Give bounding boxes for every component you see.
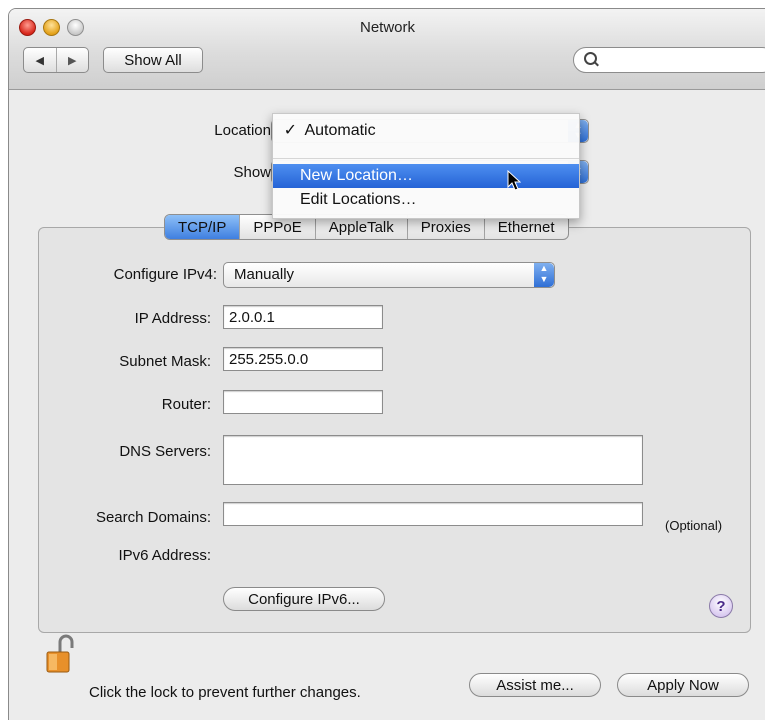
ip-address-field[interactable]: 2.0.0.1 bbox=[223, 305, 383, 329]
location-menu: ✓ Automatic New Location… Edit Locations… bbox=[272, 113, 580, 219]
back-forward-control: ◀ ▶ bbox=[23, 47, 89, 73]
configure-ipv4-label: Configure IPv4: bbox=[113, 266, 217, 283]
search-icon bbox=[584, 52, 597, 65]
network-preferences-window: Network ◀ ▶ Show All Location ▲▼ Show ▲▼… bbox=[8, 8, 765, 720]
configure-ipv4-popup[interactable]: Manually ▲ ▼ bbox=[223, 262, 555, 288]
checkmark-icon: ✓ bbox=[283, 122, 297, 139]
router-field[interactable] bbox=[223, 390, 383, 414]
menu-item-edit-locations[interactable]: Edit Locations… bbox=[273, 188, 579, 212]
popup-arrows-icon: ▲▼ bbox=[534, 263, 554, 287]
show-all-button[interactable]: Show All bbox=[103, 47, 203, 73]
title-bar: Network ◀ ▶ Show All bbox=[9, 9, 765, 90]
back-arrow-icon[interactable]: ◀ bbox=[24, 48, 57, 72]
ipv6-address-label: IPv6 Address: bbox=[118, 547, 211, 564]
dns-servers-label: DNS Servers: bbox=[119, 443, 211, 460]
apply-now-button[interactable]: Apply Now bbox=[617, 673, 749, 697]
menu-item-new-location[interactable]: New Location… bbox=[273, 164, 579, 188]
assist-me-button[interactable]: Assist me... bbox=[469, 673, 601, 697]
lock-icon[interactable] bbox=[45, 634, 75, 674]
configure-ipv4-value: Manually bbox=[234, 266, 295, 283]
help-button[interactable]: ? bbox=[709, 594, 733, 618]
menu-item-automatic[interactable]: ✓ Automatic bbox=[273, 119, 579, 143]
subnet-mask-field[interactable]: 255.255.0.0 bbox=[223, 347, 383, 371]
menu-separator bbox=[273, 158, 579, 159]
subnet-mask-label: Subnet Mask: bbox=[119, 353, 211, 370]
optional-hint: (Optional) bbox=[665, 518, 723, 533]
search-domains-label: Search Domains: bbox=[95, 509, 211, 526]
dns-servers-field[interactable] bbox=[223, 435, 643, 485]
window-title: Network bbox=[359, 19, 415, 36]
router-label: Router: bbox=[161, 396, 211, 413]
mouse-pointer-icon bbox=[507, 170, 521, 191]
forward-arrow-icon[interactable]: ▶ bbox=[57, 48, 89, 72]
ip-address-label: IP Address: bbox=[134, 310, 211, 327]
search-domains-field[interactable] bbox=[223, 502, 643, 526]
show-label: Show bbox=[233, 164, 271, 181]
configure-ipv6-button[interactable]: Configure IPv6... bbox=[223, 587, 385, 611]
search-field[interactable] bbox=[573, 47, 765, 73]
tab-tcpip[interactable]: TCP/IP bbox=[165, 215, 241, 239]
lock-message: Click the lock to prevent further change… bbox=[89, 684, 361, 701]
location-label: Location bbox=[214, 122, 271, 139]
